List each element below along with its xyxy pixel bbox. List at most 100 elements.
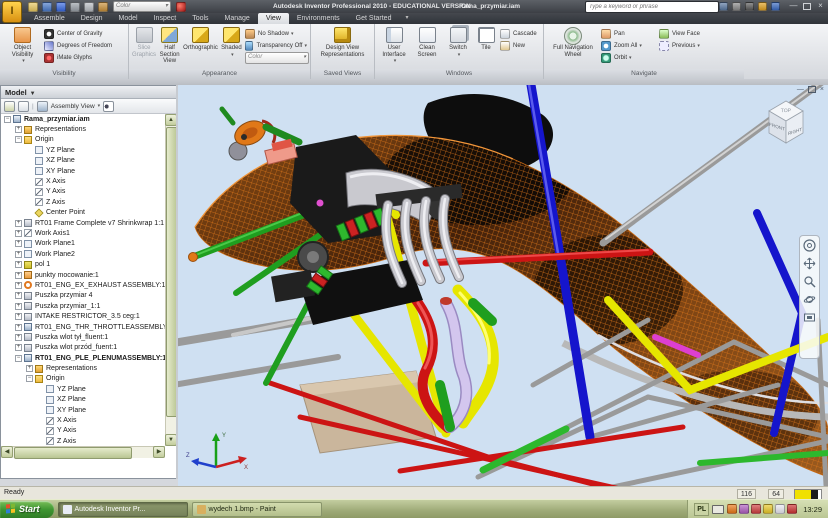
browser-options-icon[interactable] — [18, 100, 29, 112]
doc-minimize-icon[interactable]: — — [797, 86, 804, 93]
start-button[interactable]: Start — [0, 500, 54, 518]
update-icon[interactable] — [98, 1, 108, 12]
assembly-view-icon[interactable] — [36, 100, 48, 112]
save-icon[interactable] — [42, 1, 52, 12]
task-button[interactable]: wydech 1.bmp - Paint — [191, 501, 322, 517]
tree-item[interactable]: + RT01_ENG_EX_EXHAUST ASSEMBLY:1 — [1, 280, 165, 290]
favorites-icon[interactable] — [758, 2, 767, 11]
view-face-button[interactable]: View Face — [659, 28, 713, 39]
degrees-of-freedom-button[interactable]: Degrees of Freedom — [44, 40, 112, 51]
graphics-viewport[interactable]: — × Y X Z TOP FRONT RIGHT — [178, 85, 828, 486]
tree-item[interactable]: YZ Plane — [1, 145, 165, 155]
tree-item[interactable]: Center Point — [1, 208, 165, 218]
pan-icon[interactable] — [802, 256, 817, 271]
orbit-icon[interactable] — [802, 292, 817, 307]
object-visibility-button[interactable]: Object Visibility ▾ — [3, 26, 42, 65]
tree-item[interactable]: − Origin — [1, 374, 165, 384]
orbit-button[interactable]: Orbit ▾ — [601, 52, 657, 63]
tree-expander-icon[interactable]: + — [15, 229, 22, 237]
pan-button[interactable]: Pan — [601, 28, 657, 39]
tree-item[interactable]: XZ Plane — [1, 156, 165, 166]
ribbon-tab-get-started[interactable]: Get Started — [348, 13, 400, 24]
previous-view-button[interactable]: Previous ▾ — [659, 40, 713, 51]
help-icon[interactable] — [771, 2, 780, 11]
tree-expander-icon[interactable]: − — [15, 136, 22, 144]
tray-icon-5[interactable] — [775, 504, 786, 514]
full-navigation-wheel-button[interactable]: Full Navigation Wheel — [547, 26, 599, 58]
panel-label-saved-views[interactable]: Saved Views — [311, 69, 374, 79]
tree-item[interactable]: + pol 1 — [1, 259, 165, 269]
viewcube-top-label[interactable]: TOP — [781, 108, 792, 114]
tree-expander-icon[interactable]: + — [15, 292, 22, 300]
tree-item[interactable]: X Axis — [1, 176, 165, 186]
tree-item[interactable]: + Work Plane2 — [1, 249, 165, 259]
tree-expander-icon[interactable]: + — [15, 250, 22, 258]
tree-expander-icon[interactable]: + — [15, 302, 22, 310]
tree-expander-icon[interactable]: + — [15, 271, 22, 279]
tree-item[interactable]: + Puszka przymiar_1:1 — [1, 301, 165, 311]
tree-item[interactable]: Y Axis — [1, 426, 165, 436]
design-view-representations-button[interactable]: Design View Representations — [314, 26, 371, 58]
tree-item[interactable]: + Work Plane1 — [1, 239, 165, 249]
view-face-icon[interactable] — [802, 310, 817, 325]
tree-item[interactable]: + RT01_ENG_THR_THROTTLEASSEMBLY_GOOD:1 — [1, 322, 165, 332]
tree-item[interactable]: + Puszka wlot tył_fluent:1 — [1, 332, 165, 342]
cascade-button[interactable]: Cascade — [500, 28, 537, 39]
qat-color-combo[interactable]: Color ▾ — [113, 1, 171, 12]
viewcube[interactable]: TOP FRONT RIGHT — [758, 93, 814, 149]
tree-expander-icon[interactable]: − — [26, 375, 33, 383]
download-icon[interactable] — [745, 2, 754, 11]
color-combo[interactable]: Color ▾ — [244, 52, 309, 64]
tree-item[interactable]: + Puszka przymiar 4 — [1, 291, 165, 301]
ribbon-tab-inspect[interactable]: Inspect — [146, 13, 185, 24]
scroll-right-icon[interactable]: ▶ — [153, 446, 165, 458]
tree-expander-icon[interactable]: + — [15, 333, 22, 341]
print-icon[interactable] — [84, 1, 94, 12]
tray-icon-1[interactable] — [727, 504, 738, 514]
undo-icon[interactable] — [56, 1, 66, 12]
tray-icon-3[interactable] — [751, 504, 762, 514]
tree-expander-icon[interactable]: + — [15, 344, 22, 352]
tree-item[interactable]: XY Plane — [1, 405, 165, 415]
ribbon-options-caret-icon[interactable]: ▾ — [405, 13, 408, 24]
tree-item[interactable]: X Axis — [1, 415, 165, 425]
shaded-button[interactable]: Shaded ▾ — [220, 26, 243, 58]
transparency-button[interactable]: Transparency Off ▾ — [244, 40, 307, 51]
tree-item[interactable]: Z Axis — [1, 436, 165, 446]
material-sphere-icon[interactable] — [176, 1, 186, 12]
tree-item[interactable]: − Rama_przymiar.iam — [1, 114, 165, 124]
zoom-icon[interactable] — [802, 274, 817, 289]
keyboard-icon[interactable] — [712, 504, 725, 514]
tree-expander-icon[interactable]: + — [15, 281, 22, 289]
tree-item[interactable]: + punkty mocowanie:1 — [1, 270, 165, 280]
tree-item[interactable]: Y Axis — [1, 187, 165, 197]
browser-horizontal-scrollbar[interactable]: ◀ ▶ — [1, 446, 165, 459]
tree-item[interactable]: Z Axis — [1, 197, 165, 207]
switch-button[interactable]: Switch ▾ — [444, 26, 472, 58]
tree-expander-icon[interactable]: + — [15, 240, 22, 248]
restore-button[interactable] — [803, 2, 811, 10]
panel-label-navigate[interactable]: Navigate — [544, 69, 744, 79]
tree-item[interactable]: + Representations — [1, 124, 165, 134]
tree-item[interactable]: + INTAKE RESTRICTOR_3.5 ceg:1 — [1, 311, 165, 321]
doc-restore-icon[interactable] — [807, 86, 816, 93]
clean-screen-button[interactable]: Clean Screen — [412, 26, 442, 58]
language-indicator[interactable]: PL — [694, 502, 710, 516]
zoom-all-button[interactable]: Zoom All ▾ — [601, 40, 657, 51]
minimize-button[interactable]: — — [789, 1, 798, 11]
tree-expander-icon[interactable]: + — [15, 126, 22, 134]
tree-item[interactable]: + RT01 Frame Complete v7 Shrinkwrap 1:1 — [1, 218, 165, 228]
assembly-view-label[interactable]: Assembly View — [51, 103, 95, 110]
half-section-view-button[interactable]: Half Section View — [158, 26, 181, 65]
new-window-button[interactable]: New — [500, 40, 537, 51]
tree-expander-icon[interactable]: + — [26, 365, 33, 373]
tree-item[interactable]: XZ Plane — [1, 395, 165, 405]
open-icon[interactable] — [28, 1, 38, 12]
tile-button[interactable]: Tile — [474, 26, 498, 52]
filter-icon[interactable] — [4, 100, 15, 112]
horizontal-scroll-thumb[interactable] — [14, 447, 132, 459]
assembly-view-caret-icon[interactable]: ▾ — [98, 103, 101, 109]
panel-label-visibility[interactable]: Visibility — [0, 69, 128, 79]
3d-model-canvas[interactable]: Y X Z — [178, 85, 828, 486]
redo-icon[interactable] — [70, 1, 80, 12]
